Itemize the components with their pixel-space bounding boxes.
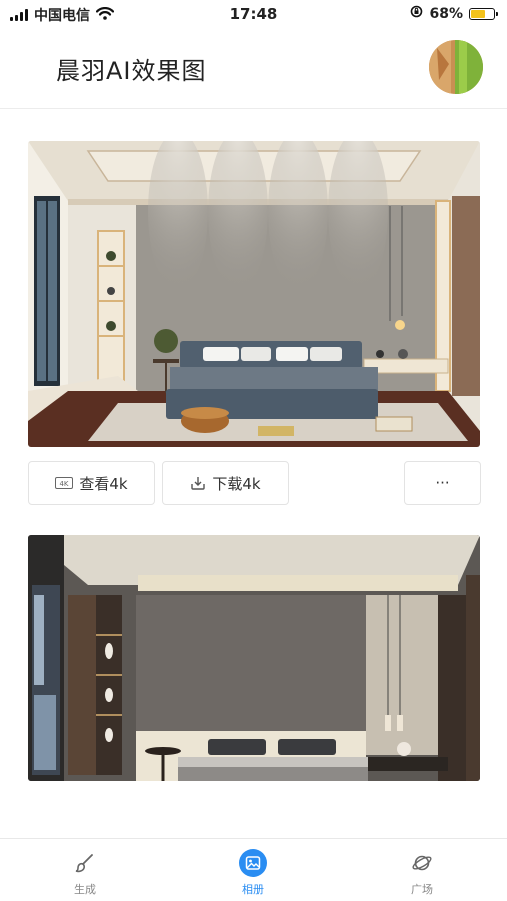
album-photo[interactable] (28, 535, 480, 781)
brush-icon (74, 849, 96, 877)
tab-square-label: 广场 (411, 883, 433, 896)
app-header: 晨羽AI效果图 (0, 28, 507, 109)
rotation-lock-icon (410, 5, 423, 22)
bedroom-render-image (28, 141, 480, 447)
album-photo[interactable] (28, 141, 480, 447)
view-4k-button[interactable]: 4K 查看4k (28, 461, 155, 505)
battery-percent: 68% (429, 5, 463, 22)
more-icon: ··· (435, 474, 450, 492)
tab-generate[interactable]: 生成 (25, 849, 145, 897)
svg-text:4K: 4K (60, 480, 69, 488)
view-4k-label: 查看4k (79, 474, 128, 493)
bedroom-render-image (28, 535, 480, 781)
tab-album[interactable]: 相册 (193, 849, 313, 897)
tab-album-label: 相册 (242, 883, 264, 896)
4k-icon: 4K (55, 477, 74, 489)
planet-icon (411, 849, 433, 877)
avatar[interactable] (429, 40, 483, 94)
status-bar: 中国电信 17:48 68% (0, 0, 507, 28)
album-icon (239, 849, 267, 877)
tab-square[interactable]: 广场 (362, 849, 482, 897)
download-4k-button[interactable]: 下载4k (162, 461, 289, 505)
bottom-tab-bar: 生成 相册 广场 (0, 838, 507, 901)
photo-actions: 4K 查看4k 下载4k ··· (28, 461, 481, 507)
more-options-button[interactable]: ··· (404, 461, 481, 505)
download-icon (190, 475, 206, 491)
status-right: 68% (410, 5, 498, 22)
battery-icon (469, 7, 498, 20)
download-4k-label: 下载4k (212, 474, 261, 493)
tab-generate-label: 生成 (74, 883, 96, 896)
page-title: 晨羽AI效果图 (56, 57, 207, 85)
